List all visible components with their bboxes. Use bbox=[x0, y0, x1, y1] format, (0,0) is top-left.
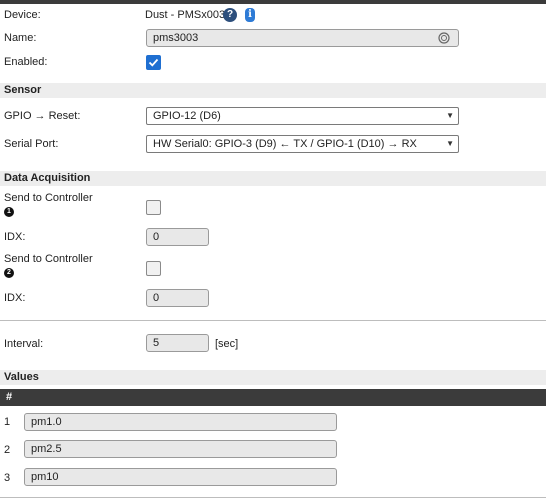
divider bbox=[0, 320, 546, 321]
info-icon[interactable]: i bbox=[245, 8, 255, 22]
enabled-label: Enabled: bbox=[4, 56, 48, 68]
send-to-controller-1-checkbox[interactable] bbox=[146, 200, 161, 215]
value-row-number: 2 bbox=[4, 444, 11, 456]
idx-2-input[interactable]: 0 bbox=[146, 289, 209, 307]
serial-port-value: HW Serial0: GPIO-3 (D9) ← TX / GPIO-1 (D… bbox=[153, 138, 417, 150]
value-row-number: 1 bbox=[4, 416, 11, 428]
values-section-header: Values bbox=[0, 370, 546, 385]
value-name-input[interactable]: pm10 bbox=[24, 468, 337, 486]
checkmark-icon bbox=[148, 58, 159, 67]
data-acquisition-section-header: Data Acquisition bbox=[0, 171, 546, 186]
sensor-section-header: Sensor bbox=[0, 83, 546, 98]
name-label: Name: bbox=[4, 32, 37, 44]
interval-unit: [sec] bbox=[215, 338, 239, 350]
value-name-input[interactable]: pm1.0 bbox=[24, 413, 337, 431]
enabled-checkbox[interactable] bbox=[146, 55, 161, 70]
interval-label: Interval: bbox=[4, 338, 44, 350]
value-name-input[interactable]: pm2.5 bbox=[24, 440, 337, 458]
idx-label: IDX: bbox=[4, 231, 26, 243]
name-input[interactable]: pms3003 bbox=[146, 29, 459, 47]
idx-1-input[interactable]: 0 bbox=[146, 228, 209, 246]
controller-number-badge: 2 bbox=[4, 268, 14, 278]
gpio-reset-select[interactable]: GPIO-12 (D6) ▼ bbox=[146, 107, 459, 125]
send-to-controller-label: Send to Controller bbox=[4, 253, 93, 265]
field-badge-icon bbox=[438, 32, 450, 49]
values-table-header: # bbox=[0, 389, 546, 406]
name-value: pms3003 bbox=[153, 32, 199, 44]
interval-input[interactable]: 5 bbox=[146, 334, 209, 352]
idx-label: IDX: bbox=[4, 292, 26, 304]
help-icon[interactable]: ? bbox=[223, 8, 237, 22]
divider bbox=[0, 497, 546, 498]
value-row-number: 3 bbox=[4, 472, 11, 484]
chevron-down-icon: ▼ bbox=[446, 139, 454, 148]
column-hash: # bbox=[6, 391, 13, 403]
gpio-reset-label: GPIO → Reset: bbox=[4, 110, 81, 122]
serial-port-label: Serial Port: bbox=[4, 138, 59, 150]
gpio-reset-value: GPIO-12 (D6) bbox=[153, 110, 221, 122]
chevron-down-icon: ▼ bbox=[446, 111, 454, 120]
device-label: Device: bbox=[4, 9, 41, 21]
send-to-controller-2-checkbox[interactable] bbox=[146, 261, 161, 276]
send-to-controller-label: Send to Controller bbox=[4, 192, 93, 204]
top-bar bbox=[0, 0, 546, 4]
controller-number-badge: 1 bbox=[4, 207, 14, 217]
device-value: Dust - PMSx003 bbox=[145, 9, 226, 21]
serial-port-select[interactable]: HW Serial0: GPIO-3 (D9) ← TX / GPIO-1 (D… bbox=[146, 135, 459, 153]
